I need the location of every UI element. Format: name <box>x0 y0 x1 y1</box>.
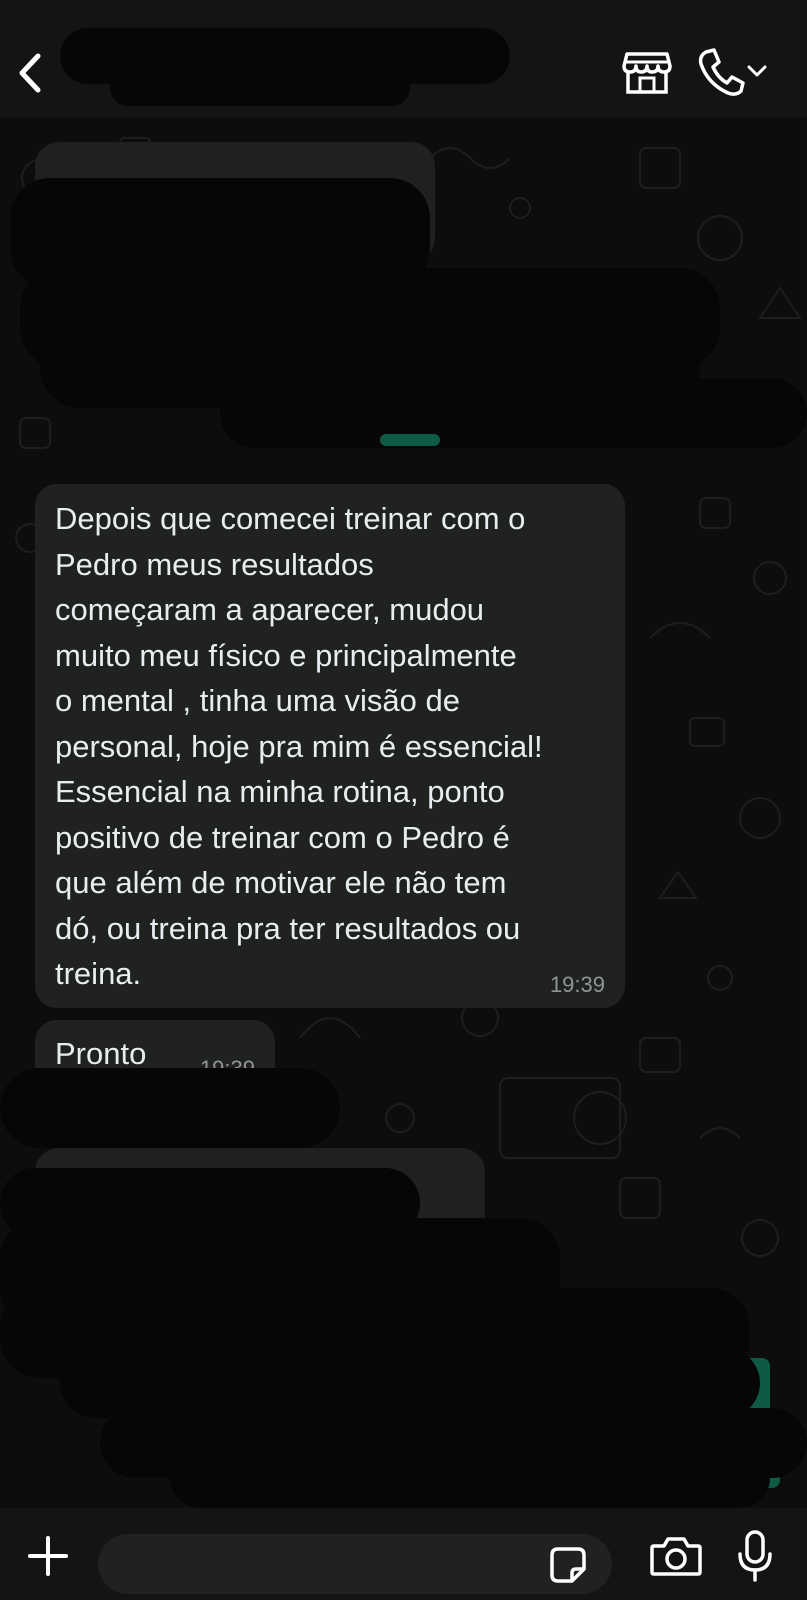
voice-call-button[interactable] <box>696 46 770 98</box>
chat-header <box>0 0 807 118</box>
sticker-button[interactable] <box>546 1543 590 1587</box>
message-composer <box>98 1534 612 1594</box>
chevron-left-icon <box>19 53 41 93</box>
back-button[interactable] <box>14 50 48 96</box>
attach-button[interactable] <box>24 1532 72 1580</box>
redaction-mark <box>0 1068 340 1148</box>
contact-status-redaction <box>110 70 410 106</box>
voice-message-button[interactable] <box>735 1528 775 1584</box>
chat-area[interactable]: Depois que comecei treinar com o Pedro m… <box>0 118 807 1508</box>
sticker-icon <box>550 1547 586 1583</box>
camera-button[interactable] <box>648 1532 704 1580</box>
outgoing-bubble-peek <box>380 434 440 446</box>
camera-icon <box>650 1537 702 1576</box>
redaction-mark <box>170 1448 770 1508</box>
plus-icon <box>28 1536 68 1576</box>
catalog-button[interactable] <box>622 48 672 96</box>
composer-bar <box>0 1508 807 1600</box>
incoming-message-bubble[interactable]: Depois que comecei treinar com o Pedro m… <box>35 484 625 1008</box>
microphone-icon <box>738 1530 772 1582</box>
message-input[interactable] <box>120 1544 544 1586</box>
chevron-down-icon <box>747 65 767 77</box>
message-text: Depois que comecei treinar com o Pedro m… <box>55 501 543 991</box>
storefront-icon <box>622 52 672 94</box>
message-time: 19:39 <box>549 972 605 997</box>
redaction-mark <box>220 378 807 448</box>
phone-icon <box>698 48 745 96</box>
